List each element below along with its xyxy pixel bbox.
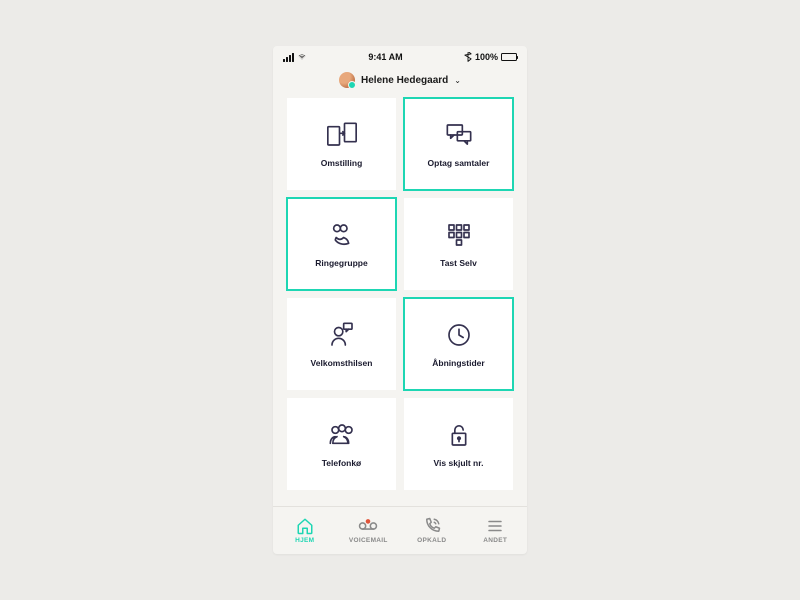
status-time: 9:41 AM — [368, 52, 402, 62]
user-header[interactable]: Helene Hedegaard ⌄ — [273, 64, 527, 98]
tab-label: ANDET — [483, 537, 507, 544]
phone-icon — [423, 517, 441, 535]
tab-andet[interactable]: ANDET — [464, 507, 528, 554]
chat-record-icon — [442, 120, 476, 150]
ring-group-icon — [325, 220, 359, 250]
signal-icon — [283, 53, 294, 62]
tile-label: Optag samtaler — [428, 158, 490, 168]
tile-abningstider[interactable]: Åbningstider — [404, 298, 513, 390]
phone-frame: 9:41 AM 100% Helene Hedegaard ⌄ Omstilli… — [273, 46, 527, 554]
battery-percent: 100% — [475, 52, 498, 62]
user-name: Helene Hedegaard — [361, 75, 448, 86]
tile-label: Velkomsthilsen — [311, 358, 373, 368]
tile-tast-selv[interactable]: Tast Selv — [404, 198, 513, 290]
tile-ringegruppe[interactable]: Ringegruppe — [287, 198, 396, 290]
tab-hjem[interactable]: HJEM — [273, 507, 337, 554]
menu-icon — [486, 517, 504, 535]
tile-label: Omstilling — [321, 158, 363, 168]
voicemail-icon — [358, 517, 378, 535]
avatar — [339, 72, 355, 88]
battery-icon — [501, 53, 517, 61]
tile-label: Tast Selv — [440, 258, 477, 268]
tile-label: Åbningstider — [432, 358, 484, 368]
tab-bar: HJEM VOICEMAIL OPKALD ANDET — [273, 506, 527, 554]
tile-grid: Omstilling Optag samtaler Ringegruppe Ta… — [273, 98, 527, 506]
tile-velkomsthilsen[interactable]: Velkomsthilsen — [287, 298, 396, 390]
greeting-icon — [325, 320, 359, 350]
chevron-down-icon: ⌄ — [454, 76, 461, 85]
tile-label: Vis skjult nr. — [434, 458, 484, 468]
transfer-icon — [325, 120, 359, 150]
tile-omstilling[interactable]: Omstilling — [287, 98, 396, 190]
tile-telefonko[interactable]: Telefonkø — [287, 398, 396, 490]
status-bar: 9:41 AM 100% — [273, 46, 527, 64]
tile-optag-samtaler[interactable]: Optag samtaler — [404, 98, 513, 190]
home-icon — [296, 517, 314, 535]
queue-icon — [325, 420, 359, 450]
bluetooth-icon — [464, 52, 472, 62]
unlock-icon — [442, 420, 476, 450]
tile-label: Ringegruppe — [315, 258, 367, 268]
tab-label: OPKALD — [417, 537, 446, 544]
tab-opkald[interactable]: OPKALD — [400, 507, 464, 554]
tile-vis-skjult-nr[interactable]: Vis skjult nr. — [404, 398, 513, 490]
tile-label: Telefonkø — [322, 458, 362, 468]
wifi-icon — [297, 53, 307, 61]
tab-label: HJEM — [295, 537, 314, 544]
clock-icon — [442, 320, 476, 350]
keypad-icon — [442, 220, 476, 250]
tab-voicemail[interactable]: VOICEMAIL — [337, 507, 401, 554]
tab-label: VOICEMAIL — [349, 537, 388, 544]
